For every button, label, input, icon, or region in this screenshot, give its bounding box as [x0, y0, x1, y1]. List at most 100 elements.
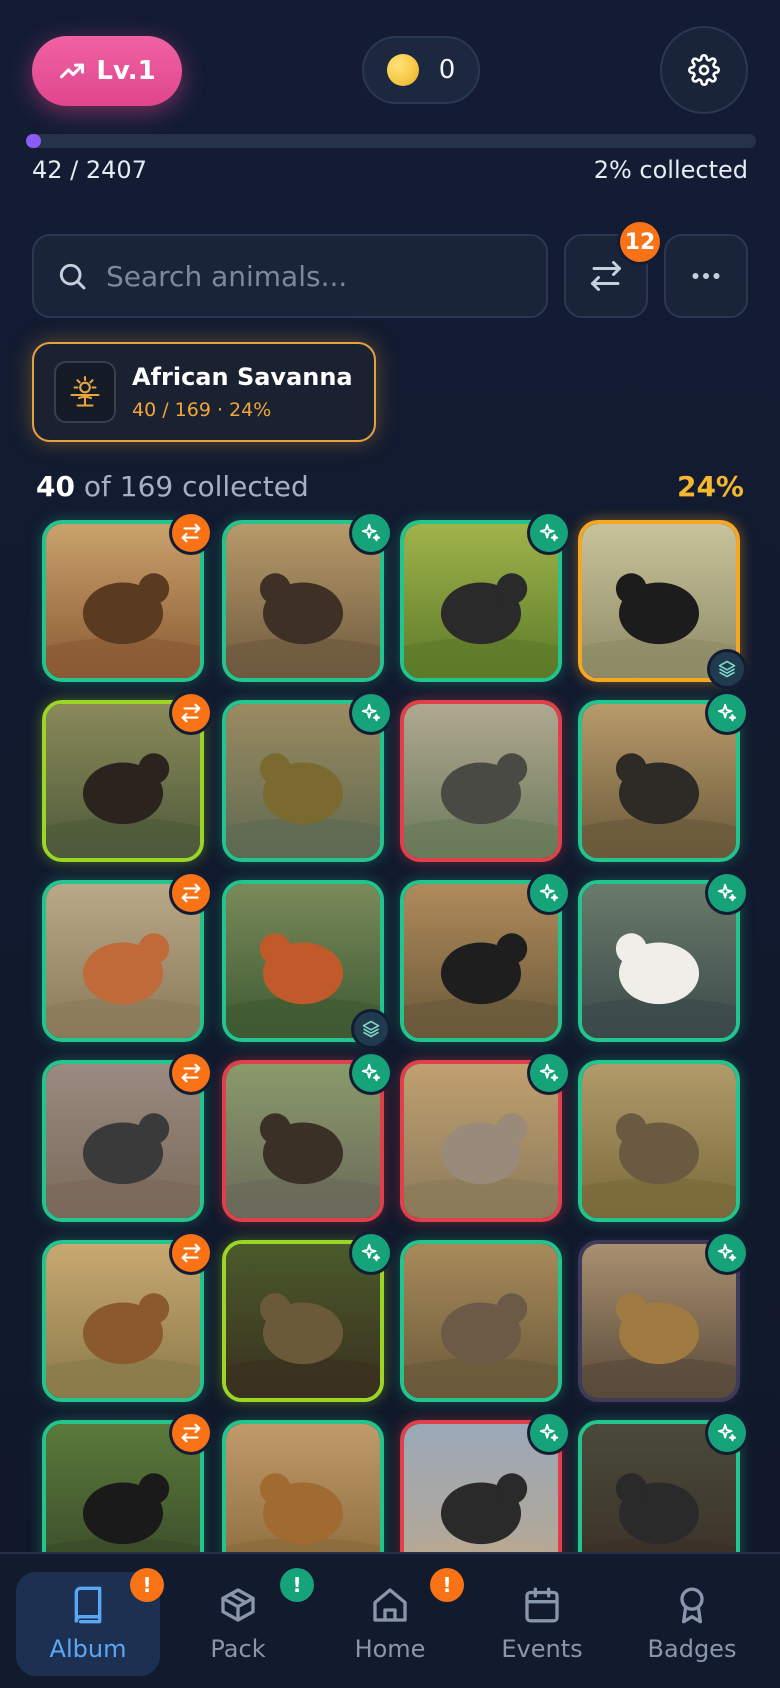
nav-home-label: Home	[354, 1635, 426, 1663]
animal-photo	[46, 524, 200, 678]
coin-balance[interactable]: 0	[362, 36, 480, 104]
swap-arrows-icon	[591, 261, 621, 291]
animal-photo	[46, 1244, 200, 1398]
new-sparkle-badge-icon	[352, 1054, 390, 1092]
animal-card[interactable]	[578, 1060, 740, 1222]
animal-photo	[46, 1064, 200, 1218]
new-sparkle-badge-icon	[708, 1414, 746, 1452]
animal-card[interactable]	[222, 1054, 390, 1222]
animal-photo	[582, 1064, 736, 1218]
search-bar[interactable]	[32, 234, 548, 318]
award-icon	[680, 1587, 704, 1624]
collected-percent: 24%	[676, 470, 744, 503]
animal-card[interactable]	[42, 1414, 210, 1552]
region-stats: 40 / 169 · 24%	[132, 399, 272, 421]
new-sparkle-badge-icon	[530, 1054, 568, 1092]
animal-card[interactable]	[222, 1420, 384, 1552]
new-sparkle-badge-icon	[530, 514, 568, 552]
level-label: Lv.1	[96, 56, 156, 86]
search-input[interactable]	[106, 259, 486, 293]
region-name: African Savanna	[132, 363, 353, 391]
duplicates-stack-icon	[354, 1012, 388, 1046]
animal-photo	[226, 1424, 380, 1552]
gear-icon	[688, 54, 720, 86]
new-sparkle-badge-icon	[708, 694, 746, 732]
book-icon	[74, 1586, 102, 1624]
animal-photo	[582, 1244, 736, 1398]
animal-card[interactable]	[400, 874, 568, 1042]
new-sparkle-badge-icon	[708, 874, 746, 912]
animal-card[interactable]	[42, 514, 210, 682]
more-options-button[interactable]	[664, 234, 748, 318]
nav-badges[interactable]: Badges	[620, 1572, 764, 1676]
region-selector[interactable]: African Savanna 40 / 169 · 24%	[32, 342, 376, 442]
collection-count: 42 / 2407	[32, 156, 147, 184]
nav-album[interactable]: Album !	[16, 1568, 164, 1676]
album-alert-badge: !	[130, 1568, 164, 1602]
animal-card[interactable]	[42, 1234, 210, 1402]
tradeable-badge-icon	[172, 874, 210, 912]
animal-card[interactable]	[578, 694, 746, 862]
animal-card[interactable]	[400, 1414, 568, 1552]
animal-card[interactable]	[578, 520, 744, 686]
tradeable-badge-icon	[172, 1234, 210, 1272]
animal-card[interactable]	[400, 514, 568, 682]
collection-progress-bar	[26, 134, 756, 148]
animal-card[interactable]	[578, 874, 746, 1042]
new-sparkle-badge-icon	[530, 874, 568, 912]
new-sparkle-badge-icon	[708, 1234, 746, 1272]
animal-photo	[46, 884, 200, 1038]
level-pill[interactable]: Lv.1	[32, 36, 182, 106]
nav-album-label: Album	[49, 1635, 127, 1663]
search-icon	[59, 263, 86, 290]
home-icon	[373, 1588, 407, 1622]
collection-percent: 2% collected	[593, 156, 748, 184]
new-sparkle-badge-icon	[352, 1234, 390, 1272]
bottom-nav: Album ! Pack ! Home ! Events Badges	[0, 1552, 780, 1688]
home-alert-badge: !	[430, 1568, 464, 1602]
new-sparkle-badge-icon	[352, 514, 390, 552]
animal-photo	[582, 524, 736, 678]
tradeable-badge-icon	[172, 1414, 210, 1452]
trending-up-icon	[60, 63, 85, 79]
pack-alert-badge: !	[280, 1568, 314, 1602]
animal-card[interactable]	[222, 1234, 390, 1402]
animal-card[interactable]	[400, 1054, 568, 1222]
tradeable-badge-icon	[172, 514, 210, 552]
animal-card[interactable]	[222, 694, 390, 862]
filter-count-badge: 12	[620, 222, 660, 262]
animal-card[interactable]	[222, 514, 390, 682]
nav-badges-label: Badges	[647, 1635, 737, 1663]
collection-progress-fill	[26, 134, 41, 148]
animal-card[interactable]	[400, 1240, 562, 1402]
tradeable-badge-icon	[172, 1054, 210, 1092]
animal-photo	[582, 884, 736, 1038]
animal-card[interactable]	[578, 1414, 746, 1552]
animal-card[interactable]	[578, 1234, 746, 1402]
nav-pack[interactable]: Pack !	[166, 1568, 314, 1676]
animal-photo	[404, 1064, 558, 1218]
tradeable-badge-icon	[172, 694, 210, 732]
animal-card[interactable]	[222, 880, 388, 1046]
animal-photo	[46, 704, 200, 858]
animal-photo	[226, 1244, 380, 1398]
animal-photo	[226, 704, 380, 858]
nav-home[interactable]: Home !	[318, 1568, 464, 1676]
animal-photo	[404, 704, 558, 858]
box-icon	[221, 1588, 255, 1622]
animal-card[interactable]	[42, 694, 210, 862]
animal-card[interactable]	[42, 874, 210, 1042]
animal-photo	[226, 524, 380, 678]
settings-button[interactable]	[660, 26, 748, 114]
collected-of-text: of 169 collected	[74, 470, 309, 503]
more-horizontal-icon	[692, 273, 720, 279]
new-sparkle-badge-icon	[530, 1414, 568, 1452]
animal-card[interactable]	[400, 700, 562, 862]
coin-icon	[386, 54, 419, 86]
duplicates-stack-icon	[710, 652, 744, 686]
new-sparkle-badge-icon	[352, 694, 390, 732]
animal-photo	[226, 1064, 380, 1218]
nav-events[interactable]: Events	[470, 1572, 614, 1676]
animal-card[interactable]	[42, 1054, 210, 1222]
animal-card-grid	[0, 510, 780, 1552]
